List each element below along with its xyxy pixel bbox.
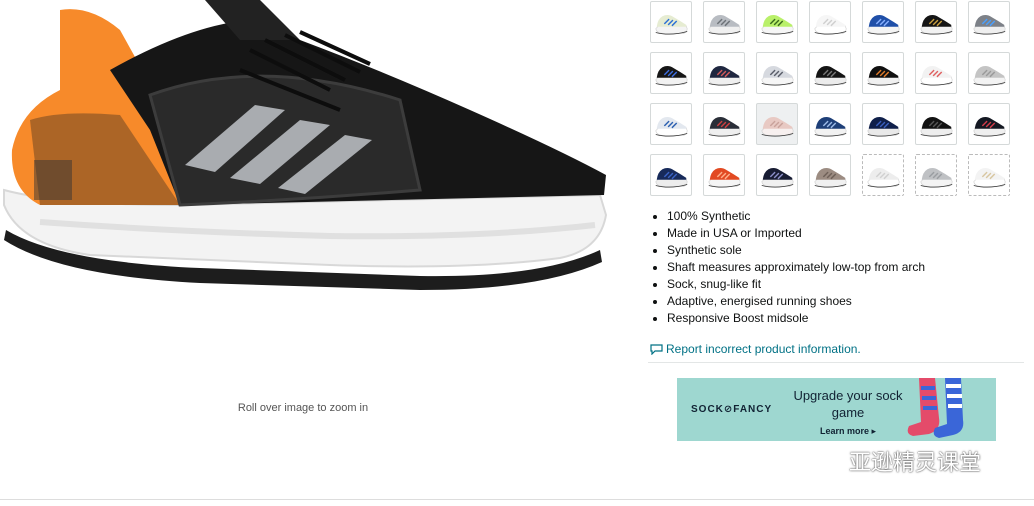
color-swatch[interactable] xyxy=(809,52,851,94)
shoe-thumbnail-icon xyxy=(708,15,741,35)
sponsored-ad-banner[interactable]: SOCK⊘FANCY Upgrade your sock game Learn … xyxy=(677,378,996,441)
color-swatch[interactable] xyxy=(756,1,798,43)
feature-bullet: Made in USA or Imported xyxy=(667,225,925,242)
wechat-watermark: 亚逊精灵课堂 xyxy=(815,446,981,476)
shoe-thumbnail-icon xyxy=(655,15,688,35)
color-swatch[interactable] xyxy=(915,52,957,94)
shoe-thumbnail-icon xyxy=(867,66,900,86)
shoe-thumbnail-icon xyxy=(867,15,900,35)
product-main-image[interactable] xyxy=(0,0,615,300)
color-swatch[interactable] xyxy=(915,1,957,43)
ad-learn-more[interactable]: Learn more ▸ xyxy=(783,426,913,437)
feature-bullet: Shaft measures approximately low-top fro… xyxy=(667,259,925,276)
feature-bullet: Sock, snug-like fit xyxy=(667,276,925,293)
color-swatch[interactable] xyxy=(756,52,798,94)
color-swatch[interactable] xyxy=(650,52,692,94)
shoe-thumbnail-icon xyxy=(814,66,847,86)
color-swatch[interactable] xyxy=(809,154,851,196)
shoe-thumbnail-icon xyxy=(655,168,688,188)
color-swatch[interactable] xyxy=(862,103,904,145)
color-swatch[interactable] xyxy=(650,154,692,196)
shoe-thumbnail-icon xyxy=(708,66,741,86)
color-swatch[interactable] xyxy=(968,103,1010,145)
shoe-thumbnail-icon xyxy=(814,168,847,188)
bottom-divider xyxy=(0,499,1034,500)
color-swatch[interactable] xyxy=(968,1,1010,43)
report-incorrect-info-link[interactable]: Report incorrect product information. xyxy=(650,342,861,356)
shoe-thumbnail-icon xyxy=(867,117,900,137)
color-swatch[interactable] xyxy=(703,52,745,94)
shoe-thumbnail-icon xyxy=(655,117,688,137)
color-swatch[interactable] xyxy=(703,154,745,196)
feature-bullet: Responsive Boost midsole xyxy=(667,310,925,327)
feature-bullet: 100% Synthetic xyxy=(667,208,925,225)
shoe-thumbnail-icon xyxy=(920,66,953,86)
color-swatch[interactable] xyxy=(862,154,904,196)
shoe-thumbnail-icon xyxy=(814,15,847,35)
shoe-thumbnail-icon xyxy=(867,168,900,188)
feature-bullet: Synthetic sole xyxy=(667,242,925,259)
shoe-thumbnail-icon xyxy=(814,117,847,137)
feature-bullet: Adaptive, energised running shoes xyxy=(667,293,925,310)
running-shoe-image xyxy=(3,0,608,290)
color-swatch[interactable] xyxy=(650,103,692,145)
color-swatch[interactable] xyxy=(915,154,957,196)
shoe-thumbnail-icon xyxy=(973,168,1006,188)
shoe-thumbnail-icon xyxy=(973,15,1006,35)
shoe-thumbnail-icon xyxy=(761,15,794,35)
color-swatch[interactable] xyxy=(756,103,798,145)
color-swatch[interactable] xyxy=(650,1,692,43)
report-link-label: Report incorrect product information. xyxy=(666,342,861,356)
comment-icon xyxy=(650,343,663,355)
shoe-thumbnail-icon xyxy=(973,117,1006,137)
shoe-thumbnail-icon xyxy=(920,168,953,188)
sock-illustration xyxy=(907,378,964,438)
shoe-thumbnail-icon xyxy=(920,15,953,35)
color-swatch[interactable] xyxy=(862,1,904,43)
shoe-thumbnail-icon xyxy=(761,66,794,86)
ad-headline: Upgrade your sock game xyxy=(793,388,903,420)
watermark-text: 亚逊精灵课堂 xyxy=(849,450,982,475)
shoe-thumbnail-icon xyxy=(655,66,688,86)
shoe-thumbnail-icon xyxy=(920,117,953,137)
color-swatch[interactable] xyxy=(703,103,745,145)
ad-brand-logo: SOCK⊘FANCY xyxy=(691,404,773,415)
color-swatch[interactable] xyxy=(703,1,745,43)
color-swatch[interactable] xyxy=(809,1,851,43)
color-swatch[interactable] xyxy=(968,52,1010,94)
shoe-thumbnail-icon xyxy=(761,168,794,188)
zoom-hint: Roll over image to zoom in xyxy=(237,402,369,414)
color-swatch[interactable] xyxy=(809,103,851,145)
shoe-thumbnail-icon xyxy=(708,168,741,188)
color-swatch[interactable] xyxy=(968,154,1010,196)
shoe-thumbnail-icon xyxy=(973,66,1006,86)
divider xyxy=(648,362,1024,363)
shoe-thumbnail-icon xyxy=(761,117,794,137)
wechat-icon xyxy=(815,447,841,475)
color-swatch[interactable] xyxy=(862,52,904,94)
feature-bullets: 100% SyntheticMade in USA or ImportedSyn… xyxy=(648,208,925,327)
color-swatch[interactable] xyxy=(915,103,957,145)
shoe-thumbnail-icon xyxy=(708,117,741,137)
color-swatch[interactable] xyxy=(756,154,798,196)
